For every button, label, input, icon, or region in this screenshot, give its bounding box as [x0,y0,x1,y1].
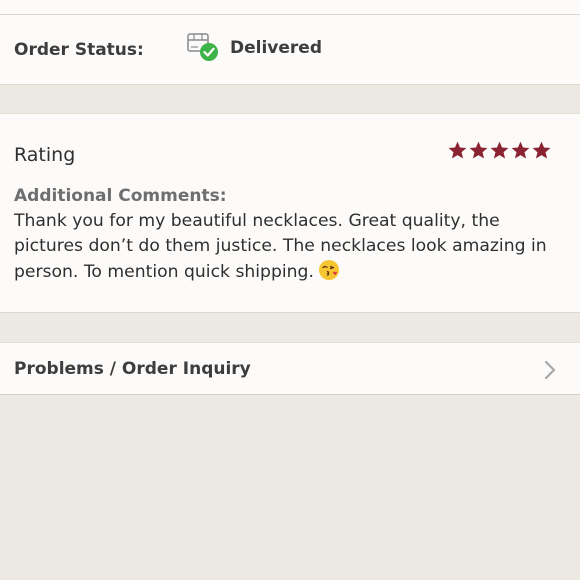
chevron-right-icon [543,359,557,381]
delivered-box-icon [186,32,220,62]
additional-comments-text: Thank you for my beautiful necklaces. Gr… [14,209,570,285]
order-status-label: Order Status: [14,40,144,60]
star-icon [510,140,531,161]
star-icon [468,140,489,161]
order-inquiry-row[interactable]: Problems / Order Inquiry [0,342,580,395]
top-divider-strip [0,0,580,15]
star-icon [447,140,468,161]
rating-card: Rating Additional Comments: Thank you fo… [0,113,580,313]
rating-title: Rating [14,144,76,166]
star-icon [531,140,552,161]
star-icon [489,140,510,161]
comment-body: Thank you for my beautiful necklaces. Gr… [14,211,547,282]
additional-comments-label: Additional Comments: [14,186,227,206]
order-status-value: Delivered [230,38,322,58]
star-rating [447,140,552,162]
order-status-row: Order Status: Delivered [0,15,580,85]
order-inquiry-label: Problems / Order Inquiry [14,359,251,379]
kissing-face-emoji-icon [318,259,340,281]
